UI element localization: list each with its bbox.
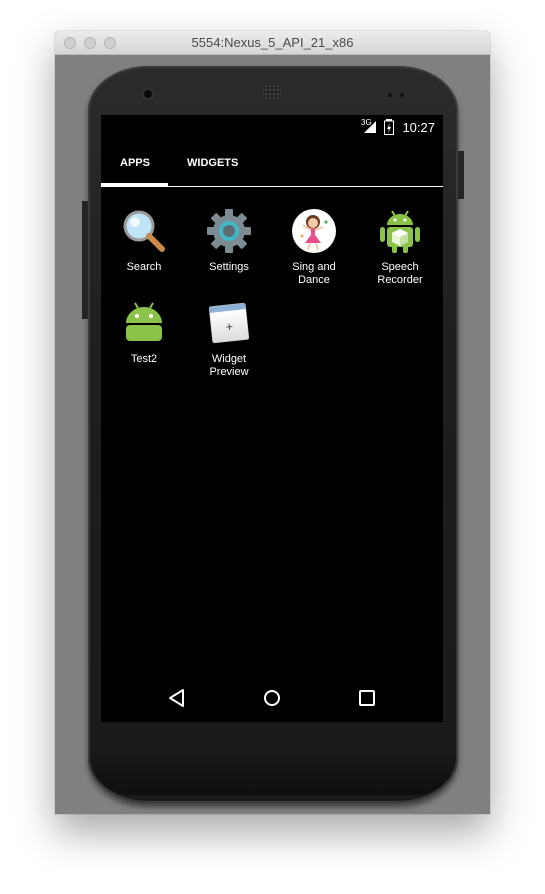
app-test2[interactable]: Test2	[104, 299, 184, 366]
app-label: Test2	[130, 353, 158, 365]
app-label: Sing and Dance	[292, 261, 336, 286]
android-robot-icon	[126, 302, 162, 341]
app-settings[interactable]: Settings	[189, 207, 269, 274]
sing-and-dance-icon	[292, 209, 336, 253]
app-label: Speech Recorder	[377, 261, 423, 286]
battery-icon	[384, 119, 394, 135]
tab-selected-indicator	[101, 183, 168, 187]
earpiece-speaker	[264, 84, 280, 100]
recents-icon[interactable]	[355, 686, 379, 710]
svg-text:+: +	[225, 322, 234, 334]
widget-preview-icon: +	[208, 302, 250, 344]
light-sensor	[400, 93, 404, 97]
app-label: Widget Preview	[209, 353, 249, 378]
front-camera	[144, 90, 152, 98]
app-speech-recorder[interactable]: Speech Recorder	[360, 207, 440, 287]
app-search[interactable]: Search	[104, 207, 184, 274]
android-robot-cube-icon	[380, 210, 420, 253]
settings-gear-icon	[207, 209, 251, 253]
tab-apps[interactable]: APPS	[120, 157, 150, 169]
app-widget-preview[interactable]: + Widget Preview	[189, 299, 269, 379]
window-title: 5554:Nexus_5_API_21_x86	[191, 35, 354, 50]
app-label: Search	[126, 261, 162, 273]
volume-button[interactable]	[82, 201, 88, 319]
phone-bottom-bezel	[90, 755, 456, 795]
status-bar: 3G 10:27	[101, 115, 443, 139]
status-clock: 10:27	[402, 120, 435, 135]
tab-widgets[interactable]: WIDGETS	[187, 157, 238, 169]
device-screen: 3G 10:27 APPS WIDGETS Search Settings Si…	[101, 115, 443, 722]
app-label: Settings	[209, 261, 249, 273]
back-icon[interactable]	[165, 686, 189, 710]
app-sing-and-dance[interactable]: Sing and Dance	[274, 207, 354, 287]
window-titlebar: 5554:Nexus_5_API_21_x86	[55, 31, 490, 55]
home-icon[interactable]	[260, 686, 284, 710]
signal-icon	[364, 121, 376, 133]
power-button[interactable]	[458, 151, 464, 199]
proximity-sensor	[388, 93, 392, 97]
search-icon	[123, 210, 165, 252]
drawer-tabs: APPS WIDGETS	[101, 139, 443, 187]
navigation-bar	[101, 674, 443, 722]
